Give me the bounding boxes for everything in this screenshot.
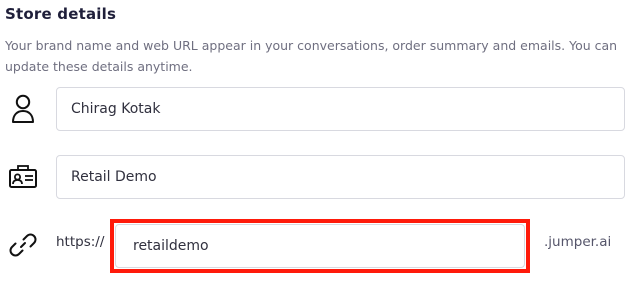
brand-name-input[interactable]: Retail Demo [56, 155, 625, 199]
owner-name-input[interactable]: Chirag Kotak [56, 87, 625, 131]
section-description: Your brand name and web URL appear in yo… [5, 38, 618, 74]
section-title: Store details [5, 5, 117, 23]
id-card-icon [8, 162, 38, 192]
url-prefix: https:// [56, 234, 105, 250]
user-icon [8, 94, 38, 124]
link-icon [8, 230, 38, 260]
store-url-input[interactable]: retaildemo [115, 224, 525, 268]
url-suffix: .jumper.ai [544, 234, 612, 250]
